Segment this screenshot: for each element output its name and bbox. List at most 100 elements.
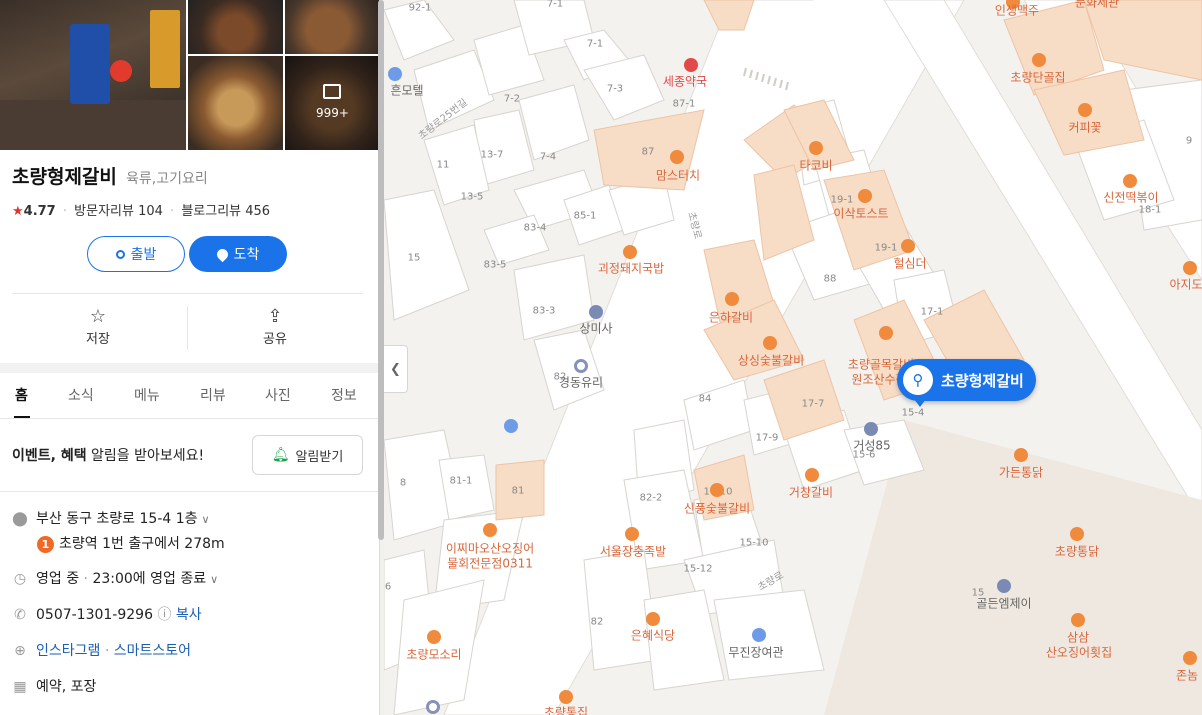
pharmacy-icon[interactable] <box>684 58 698 72</box>
restaurant-icon[interactable] <box>1014 448 1028 462</box>
poi-label[interactable]: 문화세관 <box>1075 0 1119 11</box>
blog-reviews-link[interactable]: 블로그리뷰 456 <box>181 204 270 219</box>
poi-label[interactable]: 거창갈비 <box>789 484 833 501</box>
restaurant-icon[interactable] <box>809 141 823 155</box>
restaurant-icon[interactable] <box>858 189 872 203</box>
restaurant-icon[interactable] <box>1032 53 1046 67</box>
restaurant-icon[interactable] <box>483 523 497 537</box>
landmark-icon[interactable] <box>426 700 440 714</box>
poi-label[interactable]: 거성85 <box>853 437 890 454</box>
restaurant-icon[interactable] <box>625 527 639 541</box>
restaurant-icon[interactable] <box>670 150 684 164</box>
poi-label[interactable]: 무진장여관 <box>728 644 783 661</box>
restaurant-icon[interactable] <box>1070 527 1084 541</box>
building-icon[interactable] <box>864 422 878 436</box>
poi-label[interactable]: 서울장충족발 <box>600 543 666 560</box>
subscribe-alert-button[interactable]: 🔔︎ 알림받기 <box>252 435 363 475</box>
landmark-icon[interactable] <box>574 359 588 373</box>
restaurant-icon[interactable] <box>427 630 441 644</box>
food-photo[interactable] <box>285 0 379 54</box>
building-icon[interactable] <box>997 579 1011 593</box>
poi-label[interactable]: 산오징어횟집 <box>1046 644 1112 661</box>
save-button[interactable]: ☆ 저장 <box>10 306 186 347</box>
save-label: 저장 <box>86 332 110 347</box>
restaurant-icon[interactable] <box>763 336 777 350</box>
storefront-photo[interactable] <box>0 0 186 150</box>
info-icon[interactable]: ⓘ <box>157 607 171 623</box>
poi-label[interactable]: 초량모소리 <box>406 646 461 663</box>
food-photo[interactable] <box>188 56 283 150</box>
arrive-button[interactable]: 도착 <box>189 236 287 272</box>
selected-place-marker[interactable]: ⚲ 초량형제갈비 <box>897 359 1036 401</box>
copy-phone-button[interactable]: 복사 <box>176 607 202 623</box>
parking-icon[interactable] <box>504 419 518 433</box>
restaurant-icon[interactable] <box>805 468 819 482</box>
collapse-panel-button[interactable]: ❮ <box>384 345 408 393</box>
food-photo[interactable] <box>188 0 283 54</box>
lot-number: 87 <box>641 146 655 158</box>
visitor-reviews-link[interactable]: 방문자리뷰 104 <box>74 204 163 219</box>
poi-label[interactable]: 세종약국 <box>663 73 707 90</box>
address-row[interactable]: ⬤ 부산 동구 초량로 15-4 1층 ∨ <box>12 508 209 528</box>
poi-label[interactable]: 이삭토스트 <box>833 205 888 222</box>
lodging-icon[interactable] <box>388 67 402 81</box>
services-text: 예약, 포장 <box>36 679 97 695</box>
smartstore-link[interactable]: 스마트스토어 <box>114 643 191 659</box>
restaurant-icon[interactable] <box>1183 651 1197 665</box>
restaurant-icon[interactable] <box>710 483 724 497</box>
tab-bar: 홈 소식 메뉴 리뷰 사진 정보 <box>0 373 379 419</box>
poi-label[interactable]: 상미사 <box>579 320 612 337</box>
poi-label[interactable]: 신풍숯불갈비 <box>684 500 750 517</box>
share-button[interactable]: ⇪ 공유 <box>187 306 363 347</box>
poi-label[interactable]: 타코비 <box>799 157 832 174</box>
tab-home[interactable]: 홈 <box>15 385 28 405</box>
origin-dot-icon <box>115 249 125 259</box>
poi-label[interactable]: 초량통닭 <box>1055 543 1099 560</box>
restaurant-icon[interactable] <box>1123 174 1137 188</box>
poi-label[interactable]: 은혜식당 <box>631 627 675 644</box>
restaurant-icon[interactable] <box>1183 261 1197 275</box>
poi-label[interactable]: 초량통집 <box>544 704 588 715</box>
restaurant-icon[interactable] <box>559 690 573 704</box>
photo-gallery: 999+ <box>0 0 379 150</box>
hours-row[interactable]: ◷ 영업 중 · 23:00에 영업 종료 ∨ <box>12 568 218 588</box>
notice-rest: 알림을 받아보세요! <box>86 448 205 464</box>
restaurant-icon[interactable] <box>1071 613 1085 627</box>
restaurant-icon[interactable] <box>623 245 637 259</box>
poi-label[interactable]: 상싱숯불갈비 <box>738 352 804 369</box>
poi-label[interactable]: 물회전문점0311 <box>447 555 533 572</box>
poi-label[interactable]: 가든통닭 <box>999 464 1043 481</box>
poi-label[interactable]: 인생맥주 <box>995 2 1039 19</box>
depart-button[interactable]: 출발 <box>87 236 185 272</box>
poi-label[interactable]: 초량단골집 <box>1010 69 1065 86</box>
tab-menu[interactable]: 메뉴 <box>134 385 160 405</box>
hours-detail: 23:00에 영업 종료 <box>92 571 207 587</box>
tab-photos[interactable]: 사진 <box>265 385 291 405</box>
poi-label[interactable]: 헐심더 <box>893 255 926 272</box>
poi-label[interactable]: 아지도 <box>1169 276 1202 293</box>
restaurant-icon[interactable] <box>901 239 915 253</box>
more-photos[interactable]: 999+ <box>285 56 379 150</box>
restaurant-icon[interactable] <box>879 326 893 340</box>
cafe-icon[interactable] <box>1078 103 1092 117</box>
building-icon[interactable] <box>589 305 603 319</box>
poi-label[interactable]: 커피꽃 <box>1068 119 1101 136</box>
instagram-link[interactable]: 인스타그램 <box>36 643 100 659</box>
poi-label[interactable]: 괴정돼지국밥 <box>598 260 664 277</box>
lodging-icon[interactable] <box>752 628 766 642</box>
poi-label[interactable]: 골든엠제이 <box>976 595 1031 612</box>
map-canvas[interactable]: 92-1 7-1 7-1 7-3 7-2 87-1 87 7-4 13-7 11… <box>384 0 1202 715</box>
poi-label[interactable]: 경동유리 <box>559 374 603 391</box>
poi-label[interactable]: 흔모텔 <box>390 82 423 99</box>
restaurant-icon[interactable] <box>725 292 739 306</box>
poi-label[interactable]: 맘스터치 <box>656 167 700 184</box>
poi-label[interactable]: 은하갈비 <box>709 309 753 326</box>
lot-number: 7-3 <box>606 83 624 95</box>
restaurant-icon[interactable] <box>646 612 660 626</box>
tab-info[interactable]: 정보 <box>331 385 357 405</box>
divider <box>12 293 363 294</box>
tab-news[interactable]: 소식 <box>68 385 94 405</box>
poi-label[interactable]: 존놈 <box>1176 667 1198 684</box>
poi-label[interactable]: 신전떡볶이 <box>1103 189 1158 206</box>
tab-reviews[interactable]: 리뷰 <box>200 385 226 405</box>
